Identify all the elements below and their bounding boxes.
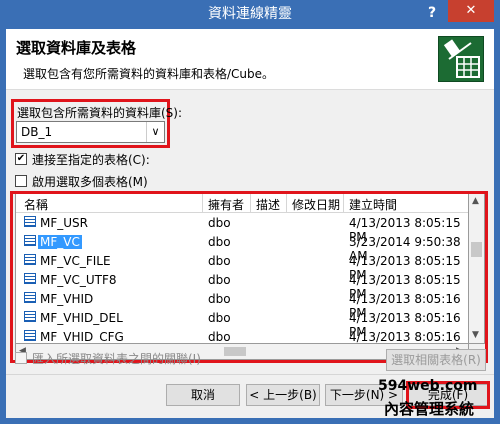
watermark-text: 內容管理系統 <box>384 400 475 418</box>
database-label: 選取包含所需資料的資料庫(S): <box>17 106 183 120</box>
import-relations-label: 匯入所選取資料表之間的關聯(I) <box>32 352 201 366</box>
select-related-button[interactable]: 選取相關表格(R) <box>386 349 486 371</box>
title-bar: 資料連線精靈 ? ✕ <box>0 0 500 29</box>
multi-select-checkbox[interactable] <box>15 175 27 187</box>
chevron-down-icon[interactable]: ∨ <box>146 122 164 142</box>
page-title: 選取資料庫及表格 <box>16 39 137 57</box>
back-button[interactable]: < 上一步(B) <box>246 384 320 406</box>
close-button[interactable]: ✕ <box>448 0 494 22</box>
multi-select-label: 啟用選取多個表格(M) <box>32 175 148 189</box>
cancel-button[interactable]: 取消 <box>166 384 240 406</box>
connect-table-checkbox[interactable]: ✔ <box>15 153 27 165</box>
help-button[interactable]: ? <box>419 3 445 24</box>
page-subtitle: 選取包含有您所需資料的資料庫和表格/Cube。 <box>23 67 275 81</box>
watermark-url: 594web.com <box>378 378 478 394</box>
dialog-window: 資料連線精靈 ? ✕ 選取資料庫及表格 選取包含有您所需資料的資料庫和表格/Cu… <box>0 0 500 424</box>
database-select[interactable]: DB_1 ∨ <box>16 121 165 143</box>
database-value: DB_1 <box>21 125 53 139</box>
dialog-body: 選取資料庫及表格 選取包含有您所需資料的資料庫和表格/Cube。 選取包含所需資… <box>6 29 494 418</box>
connect-table-label: 連接至指定的表格(C): <box>32 153 150 167</box>
wizard-header: 選取資料庫及表格 選取包含有您所需資料的資料庫和表格/Cube。 <box>6 29 494 90</box>
table-highlight <box>10 191 488 363</box>
import-relations-checkbox[interactable] <box>15 352 27 364</box>
database-wizard-icon <box>438 36 484 82</box>
